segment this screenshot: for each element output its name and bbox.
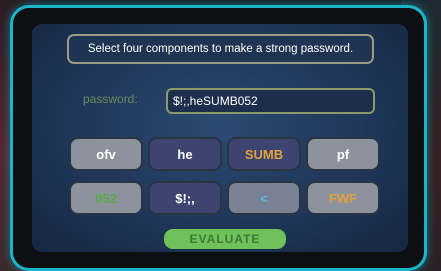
evaluate-button[interactable]: EVALUATE (164, 229, 286, 249)
key-fwf[interactable]: FWF (306, 181, 380, 215)
key-pf[interactable]: pf (306, 137, 380, 171)
key-sumb[interactable]: SUMB (227, 137, 301, 171)
password-label: password: (83, 92, 138, 106)
password-field[interactable]: $!;,heSUMB052 (166, 88, 375, 114)
key-symbols[interactable]: $!;, (148, 181, 222, 215)
instruction-banner: Select four components to make a strong … (67, 34, 374, 64)
key-ofv[interactable]: ofv (69, 137, 143, 171)
key-he[interactable]: he (148, 137, 222, 171)
backspace-key[interactable]: < (227, 181, 301, 215)
monitor-screen: Select four components to make a strong … (32, 24, 408, 252)
key-052[interactable]: 052 (69, 181, 143, 215)
